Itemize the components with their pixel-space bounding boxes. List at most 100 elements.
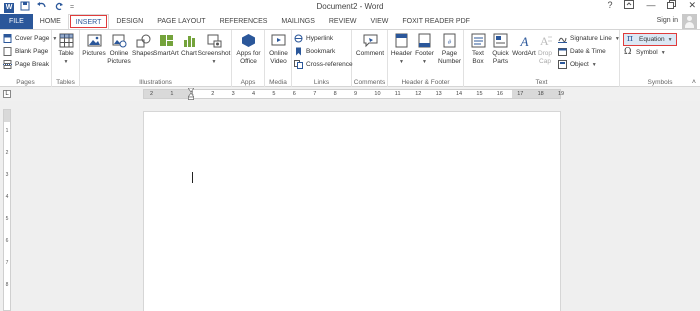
quick-parts-label: Quick Parts (492, 50, 509, 65)
group-apps: Apps for Office Apps (232, 30, 265, 87)
group-header-footer: Header ▼ Footer ▼ # Page Number Header &… (388, 30, 464, 87)
vertical-ruler-number: 4 (5, 194, 9, 200)
chevron-down-icon: ▼ (399, 59, 404, 65)
ruler-number: 10 (374, 91, 381, 97)
date-time-button[interactable]: Date & Time (558, 47, 606, 56)
screenshot-label: Screenshot (197, 50, 231, 57)
ruler-number: 2 (150, 91, 154, 97)
cross-reference-label: Cross-reference (306, 61, 353, 68)
hyperlink-button[interactable]: Hyperlink (294, 34, 333, 43)
blank-page-button[interactable]: Blank Page (3, 47, 48, 56)
comment-button[interactable]: Comment (355, 33, 385, 58)
ribbon-display-options-icon[interactable] (624, 0, 635, 11)
page-number-button[interactable]: # Page Number (436, 33, 463, 66)
horizontal-ruler[interactable]: 2 1 1 2 3 4 5 6 7 8 9 10 11 12 13 14 15 16 17 18 19 (143, 89, 565, 99)
ruler-number: 19 (558, 91, 565, 97)
table-label: Table (58, 50, 74, 57)
vertical-ruler-top-margin (4, 110, 10, 122)
shapes-button[interactable]: Shapes (132, 33, 154, 58)
drop-cap-icon: A (538, 33, 553, 48)
restore-icon[interactable] (667, 0, 677, 11)
tab-selector[interactable]: L (3, 90, 11, 98)
vertical-ruler[interactable]: 1 2 3 4 5 6 7 8 (3, 109, 11, 311)
vertical-ruler-number: 5 (5, 216, 9, 222)
tab-insert-highlight (69, 15, 108, 28)
signature-line-button[interactable]: Signature Line ▼ (558, 34, 620, 43)
page-break-icon (3, 60, 12, 69)
object-label: Object (570, 61, 589, 68)
svg-text:A: A (540, 34, 549, 48)
sign-in-link[interactable]: Sign in (657, 17, 678, 24)
ruler-number: 5 (272, 91, 276, 97)
group-label-illustrations: Illustrations (139, 79, 172, 86)
vertical-ruler-number: 7 (5, 260, 9, 266)
document-page[interactable] (143, 111, 561, 311)
smartart-icon (159, 33, 174, 48)
chevron-down-icon: ▼ (660, 49, 666, 56)
tab-review[interactable]: REVIEW (322, 14, 364, 29)
apps-for-office-label: Apps for Office (236, 50, 261, 65)
vertical-ruler-number: 8 (5, 282, 9, 288)
ruler-row: L 2 1 1 2 3 4 5 6 7 8 9 10 11 12 13 14 15 16 17 18 19 (0, 87, 700, 101)
object-icon (558, 60, 567, 69)
group-label-links: Links (313, 79, 330, 86)
group-tables: Table ▼ Tables (52, 30, 80, 87)
drop-cap-button[interactable]: A Drop Cap (536, 33, 554, 66)
chart-button[interactable]: Chart (179, 33, 199, 58)
indent-marker-icon[interactable] (188, 88, 194, 100)
bookmark-icon (294, 47, 303, 56)
bookmark-button[interactable]: Bookmark (294, 47, 335, 56)
minimize-icon[interactable]: — (646, 0, 655, 11)
tab-file[interactable]: FILE (0, 14, 33, 29)
ruler-number: 17 (517, 91, 524, 97)
table-icon (59, 33, 74, 48)
vertical-ruler-number: 3 (5, 172, 9, 178)
ribbon: Cover Page ▼ Blank Page Page Break Pages … (0, 29, 700, 87)
group-label-text: Text (535, 79, 548, 86)
symbol-button[interactable]: Ω Symbol ▼ (624, 48, 666, 57)
tab-insert[interactable]: INSERT (67, 14, 110, 29)
tab-page-layout[interactable]: PAGE LAYOUT (150, 14, 212, 29)
tab-view[interactable]: VIEW (363, 14, 395, 29)
tab-home[interactable]: HOME (33, 14, 68, 29)
quick-parts-icon (493, 33, 508, 48)
pictures-button[interactable]: Pictures (82, 33, 106, 58)
avatar[interactable] (682, 14, 697, 29)
header-button[interactable]: Header ▼ (390, 33, 413, 66)
ruler-number: 18 (537, 91, 544, 97)
cross-reference-button[interactable]: Cross-reference (294, 60, 353, 69)
online-video-button[interactable]: Online Video (267, 33, 290, 66)
screenshot-button[interactable]: Screenshot ▼ (198, 33, 230, 66)
group-label-tables: Tables (56, 79, 75, 86)
tab-design[interactable]: DESIGN (109, 14, 150, 29)
ruler-number: 8 (333, 91, 337, 97)
calendar-icon (558, 47, 567, 56)
bookmark-label: Bookmark (306, 48, 336, 55)
smartart-button[interactable]: SmartArt (153, 33, 179, 58)
text-box-button[interactable]: Text Box (467, 33, 489, 66)
text-cursor (192, 172, 193, 183)
online-pictures-button[interactable]: Online Pictures (106, 33, 132, 66)
group-label-symbols: Symbols (647, 79, 673, 86)
tab-references[interactable]: REFERENCES (213, 14, 275, 29)
tab-mailings[interactable]: MAILINGS (274, 14, 321, 29)
vertical-ruler-number: 1 (5, 128, 9, 134)
footer-button[interactable]: Footer ▼ (413, 33, 436, 66)
table-button[interactable]: Table ▼ (56, 33, 76, 66)
help-icon[interactable]: ? (607, 0, 612, 11)
ruler-number: 16 (496, 91, 503, 97)
tab-foxit-reader-pdf[interactable]: FOXIT READER PDF (395, 14, 477, 29)
group-label-pages: Pages (16, 79, 35, 86)
wordart-button[interactable]: A WordArt (512, 33, 536, 58)
collapse-ribbon-icon[interactable]: ˄ (692, 79, 696, 86)
ruler-number: 6 (292, 91, 296, 97)
cover-page-button[interactable]: Cover Page ▼ (3, 34, 57, 43)
quick-parts-button[interactable]: Quick Parts (489, 33, 512, 66)
apps-for-office-button[interactable]: Apps for Office (234, 33, 263, 66)
page-break-button[interactable]: Page Break (3, 60, 49, 69)
object-button[interactable]: Object ▼ (558, 60, 597, 69)
close-icon[interactable]: ✕ (688, 0, 696, 11)
equation-button[interactable]: π Equation ▼ (623, 33, 677, 46)
ruler-number: 12 (415, 91, 422, 97)
footer-icon (417, 33, 432, 48)
